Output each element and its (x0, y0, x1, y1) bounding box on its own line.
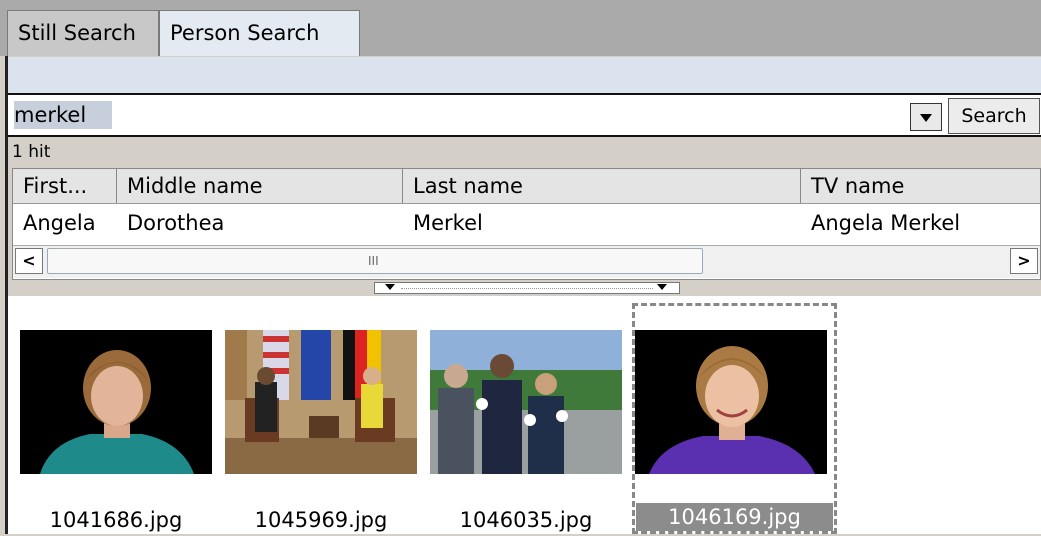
column-header-last-name[interactable]: Last name (403, 169, 801, 203)
thumbnail-caption-4: 1046169.jpg (636, 503, 833, 531)
tab-person-search[interactable]: Person Search (159, 10, 360, 56)
thumbnail-image-2[interactable] (225, 330, 417, 474)
thumbnail-caption-3: 1046035.jpg (459, 508, 593, 532)
image-gallery: 1041686.jpg 1045969.jpg 1046035.jpg 1046… (8, 296, 1041, 534)
thumbnail-caption-1: 1041686.jpg (49, 508, 183, 532)
pane-splitter[interactable] (374, 282, 680, 294)
chevron-down-icon (657, 284, 667, 290)
cell-middle-name: Dorothea (127, 211, 225, 235)
search-input[interactable] (14, 99, 904, 131)
scroll-left-button[interactable]: < (15, 248, 43, 274)
scrollbar-thumb[interactable]: III (47, 248, 703, 274)
thumbnail-image-1[interactable] (20, 330, 212, 474)
column-header-middle-name[interactable]: Middle name (117, 169, 403, 203)
splitter-grip (401, 288, 653, 289)
grid-header: First... Middle name Last name TV name (13, 169, 1040, 204)
scroll-right-button[interactable]: > (1010, 248, 1038, 274)
tab-still-search[interactable]: Still Search (7, 10, 159, 56)
cell-tv-name: Angela Merkel (811, 211, 961, 235)
results-grid: First... Middle name Last name TV name A… (12, 168, 1041, 280)
tab-strip: Still Search Person Search (0, 0, 1041, 56)
search-button[interactable]: Search (948, 98, 1040, 134)
thumbnail-caption-2: 1045969.jpg (254, 508, 388, 532)
hit-count: 1 hit (12, 142, 51, 162)
cell-last-name: Merkel (413, 211, 483, 235)
horizontal-scrollbar[interactable]: < III > (13, 245, 1040, 278)
thumbnail-image-3[interactable] (430, 330, 622, 474)
search-history-dropdown[interactable] (910, 103, 942, 131)
column-header-first-name[interactable]: First... (13, 169, 117, 203)
column-header-tv-name[interactable]: TV name (801, 169, 1040, 203)
search-bar: Search (8, 93, 1041, 137)
grip-icon: III (368, 254, 379, 268)
cell-first-name: Angela (23, 211, 96, 235)
chevron-down-icon (920, 114, 932, 122)
selected-thumbnail-frame[interactable] (632, 303, 837, 534)
header-band (8, 57, 1041, 93)
chevron-down-icon (385, 284, 395, 290)
